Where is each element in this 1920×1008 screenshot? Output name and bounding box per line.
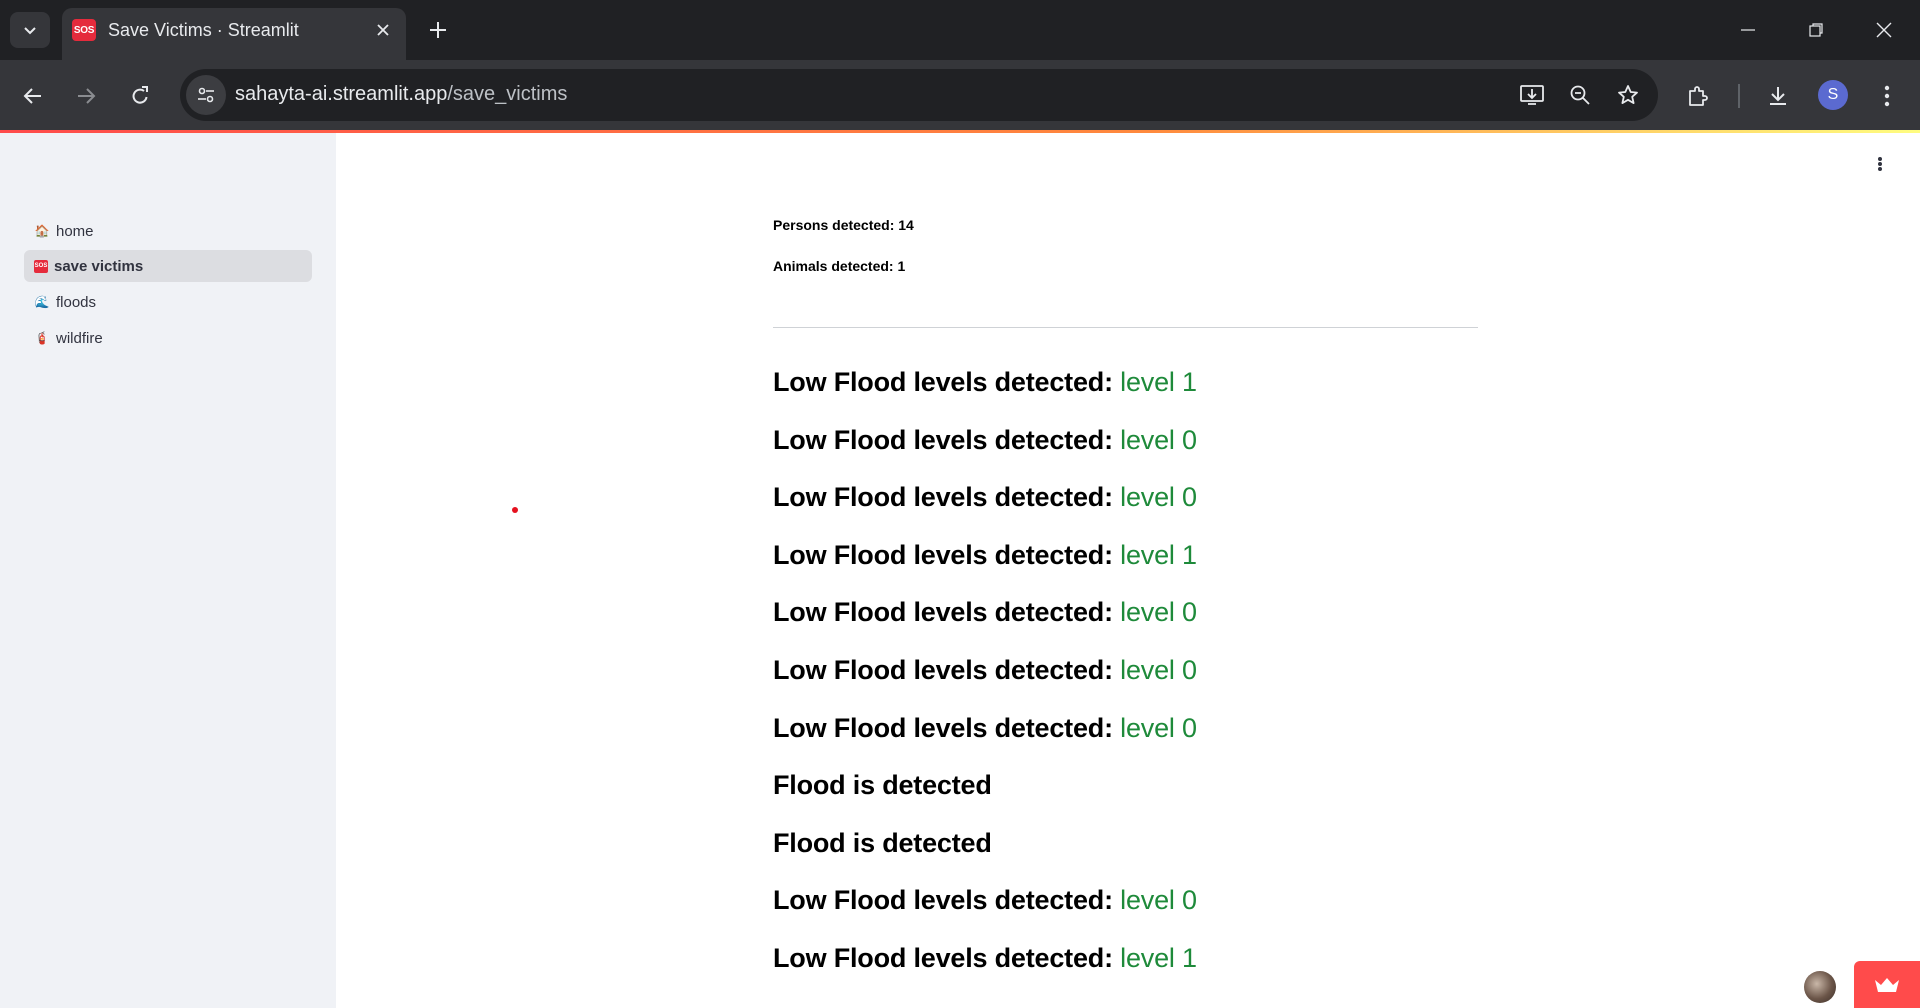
site-settings-button[interactable] [186, 75, 226, 115]
result-label: Low Flood levels detected: [773, 482, 1121, 512]
level-value: level 0 [1120, 713, 1197, 743]
flood-level-result: Low Flood levels detected: level 0 [773, 713, 1197, 744]
tab-close-button[interactable] [370, 17, 396, 43]
restore-icon [1809, 23, 1823, 37]
result-label: Low Flood levels detected: [773, 885, 1121, 915]
back-button[interactable] [15, 78, 51, 114]
minimize-icon [1741, 29, 1755, 31]
result-label: Low Flood levels detected: [773, 943, 1121, 973]
window-close-icon [1876, 22, 1892, 38]
sos-favicon-icon: SOS [72, 19, 96, 41]
level-value: level 1 [1120, 943, 1197, 973]
tab-search-icon [24, 27, 36, 35]
flood-level-result: Low Flood levels detected: level 0 [773, 597, 1197, 628]
sidebar: 🏠 home SOS save victims 🌊 floods 🧯 wildf… [0, 133, 336, 1008]
new-tab-button[interactable] [422, 14, 454, 46]
level-value: level 0 [1120, 597, 1197, 627]
crown-icon [1875, 977, 1899, 992]
fire-extinguisher-icon: 🧯 [34, 331, 50, 345]
level-value: level 1 [1120, 367, 1197, 397]
downloads-button[interactable] [1760, 78, 1796, 114]
active-tab[interactable]: SOS Save Victims · Streamlit [62, 8, 406, 60]
flood-level-result: Low Flood levels detected: level 0 [773, 655, 1197, 686]
level-value: level 0 [1120, 885, 1197, 915]
app-menu-button[interactable] [1876, 155, 1884, 175]
divider [773, 327, 1478, 328]
window-close-button[interactable] [1862, 14, 1906, 46]
kebab-menu-icon [1884, 85, 1890, 107]
flood-level-result: Low Flood levels detected: level 1 [773, 367, 1197, 398]
bookmark-star-icon [1618, 85, 1638, 104]
forward-button[interactable] [68, 78, 104, 114]
zoom-icon [1570, 85, 1590, 105]
level-value: level 1 [1120, 540, 1197, 570]
sidebar-item-wildfire[interactable]: 🧯 wildfire [24, 322, 312, 354]
back-icon [23, 88, 41, 104]
result-label: Low Flood levels detected: [773, 367, 1121, 397]
tab-title: Save Victims · Streamlit [108, 20, 299, 40]
streamlit-hosted-badge[interactable] [1854, 961, 1920, 1008]
sidebar-item-label: wildfire [56, 329, 103, 347]
sidebar-item-label: save victims [54, 257, 144, 275]
sidebar-item-floods[interactable]: 🌊 floods [24, 286, 312, 318]
level-value: level 0 [1120, 482, 1197, 512]
flood-level-result: Low Flood levels detected: level 0 [773, 885, 1197, 916]
water-wave-icon: 🌊 [34, 295, 50, 309]
flood-level-result: Low Flood levels detected: level 1 [773, 540, 1197, 571]
kebab-menu-icon [1878, 157, 1882, 171]
persons-detected-text: Persons detected: 14 [773, 217, 914, 233]
reload-button[interactable] [122, 78, 158, 114]
sidebar-item-save-victims[interactable]: SOS save victims [24, 250, 312, 282]
sidebar-item-label: floods [56, 293, 97, 311]
browser-tab-strip: SOS Save Victims · Streamlit [0, 0, 1920, 60]
reload-icon [132, 86, 148, 104]
result-label: Low Flood levels detected: [773, 540, 1121, 570]
animals-detected-text: Animals detected: 1 [773, 258, 906, 274]
sos-icon: SOS [34, 259, 48, 273]
site-settings-icon [198, 87, 214, 103]
download-icon [1770, 87, 1786, 105]
flood-detected-result: Flood is detected [773, 770, 992, 801]
flood-level-result: Low Flood levels detected: level 1 [773, 943, 1197, 974]
bookmark-button[interactable] [1610, 77, 1646, 113]
install-app-button[interactable] [1514, 77, 1550, 113]
close-icon [377, 24, 389, 36]
result-label: Flood is detected [773, 828, 992, 858]
house-icon: 🏠 [34, 224, 50, 238]
result-label: Low Flood levels detected: [773, 425, 1121, 455]
red-dot-marker [512, 507, 518, 513]
level-value: level 0 [1120, 655, 1197, 685]
sidebar-item-home[interactable]: 🏠 home [24, 215, 312, 247]
creator-avatar[interactable] [1804, 971, 1836, 1003]
chrome-menu-button[interactable] [1869, 78, 1905, 114]
address-bar[interactable]: sahayta-ai.streamlit.app/save_victims [180, 69, 1658, 121]
install-app-icon [1520, 85, 1544, 105]
extensions-icon [1689, 86, 1708, 106]
plus-icon [430, 22, 446, 38]
toolbar-divider [1738, 84, 1740, 108]
forward-icon [78, 88, 96, 104]
flood-level-result: Low Flood levels detected: level 0 [773, 482, 1197, 513]
sidebar-item-label: home [56, 222, 94, 240]
result-label: Low Flood levels detected: [773, 655, 1121, 685]
flood-level-result: Low Flood levels detected: level 0 [773, 425, 1197, 456]
zoom-button[interactable] [1562, 77, 1598, 113]
result-label: Flood is detected [773, 770, 992, 800]
tab-search-button[interactable] [10, 12, 50, 48]
browser-toolbar: sahayta-ai.streamlit.app/save_victims S [0, 60, 1920, 130]
flood-detected-result: Flood is detected [773, 828, 992, 859]
result-label: Low Flood levels detected: [773, 713, 1121, 743]
main-content: Persons detected: 14 Animals detected: 1… [336, 133, 1920, 1008]
level-value: level 0 [1120, 425, 1197, 455]
url-text[interactable]: sahayta-ai.streamlit.app/save_victims [235, 83, 567, 106]
url-path: /save_victims [447, 83, 568, 105]
extensions-button[interactable] [1680, 78, 1716, 114]
minimize-button[interactable] [1726, 14, 1770, 46]
restore-button[interactable] [1794, 14, 1838, 46]
url-host: sahayta-ai.streamlit.app [235, 83, 448, 105]
profile-avatar-button[interactable]: S [1818, 80, 1848, 110]
result-label: Low Flood levels detected: [773, 597, 1121, 627]
